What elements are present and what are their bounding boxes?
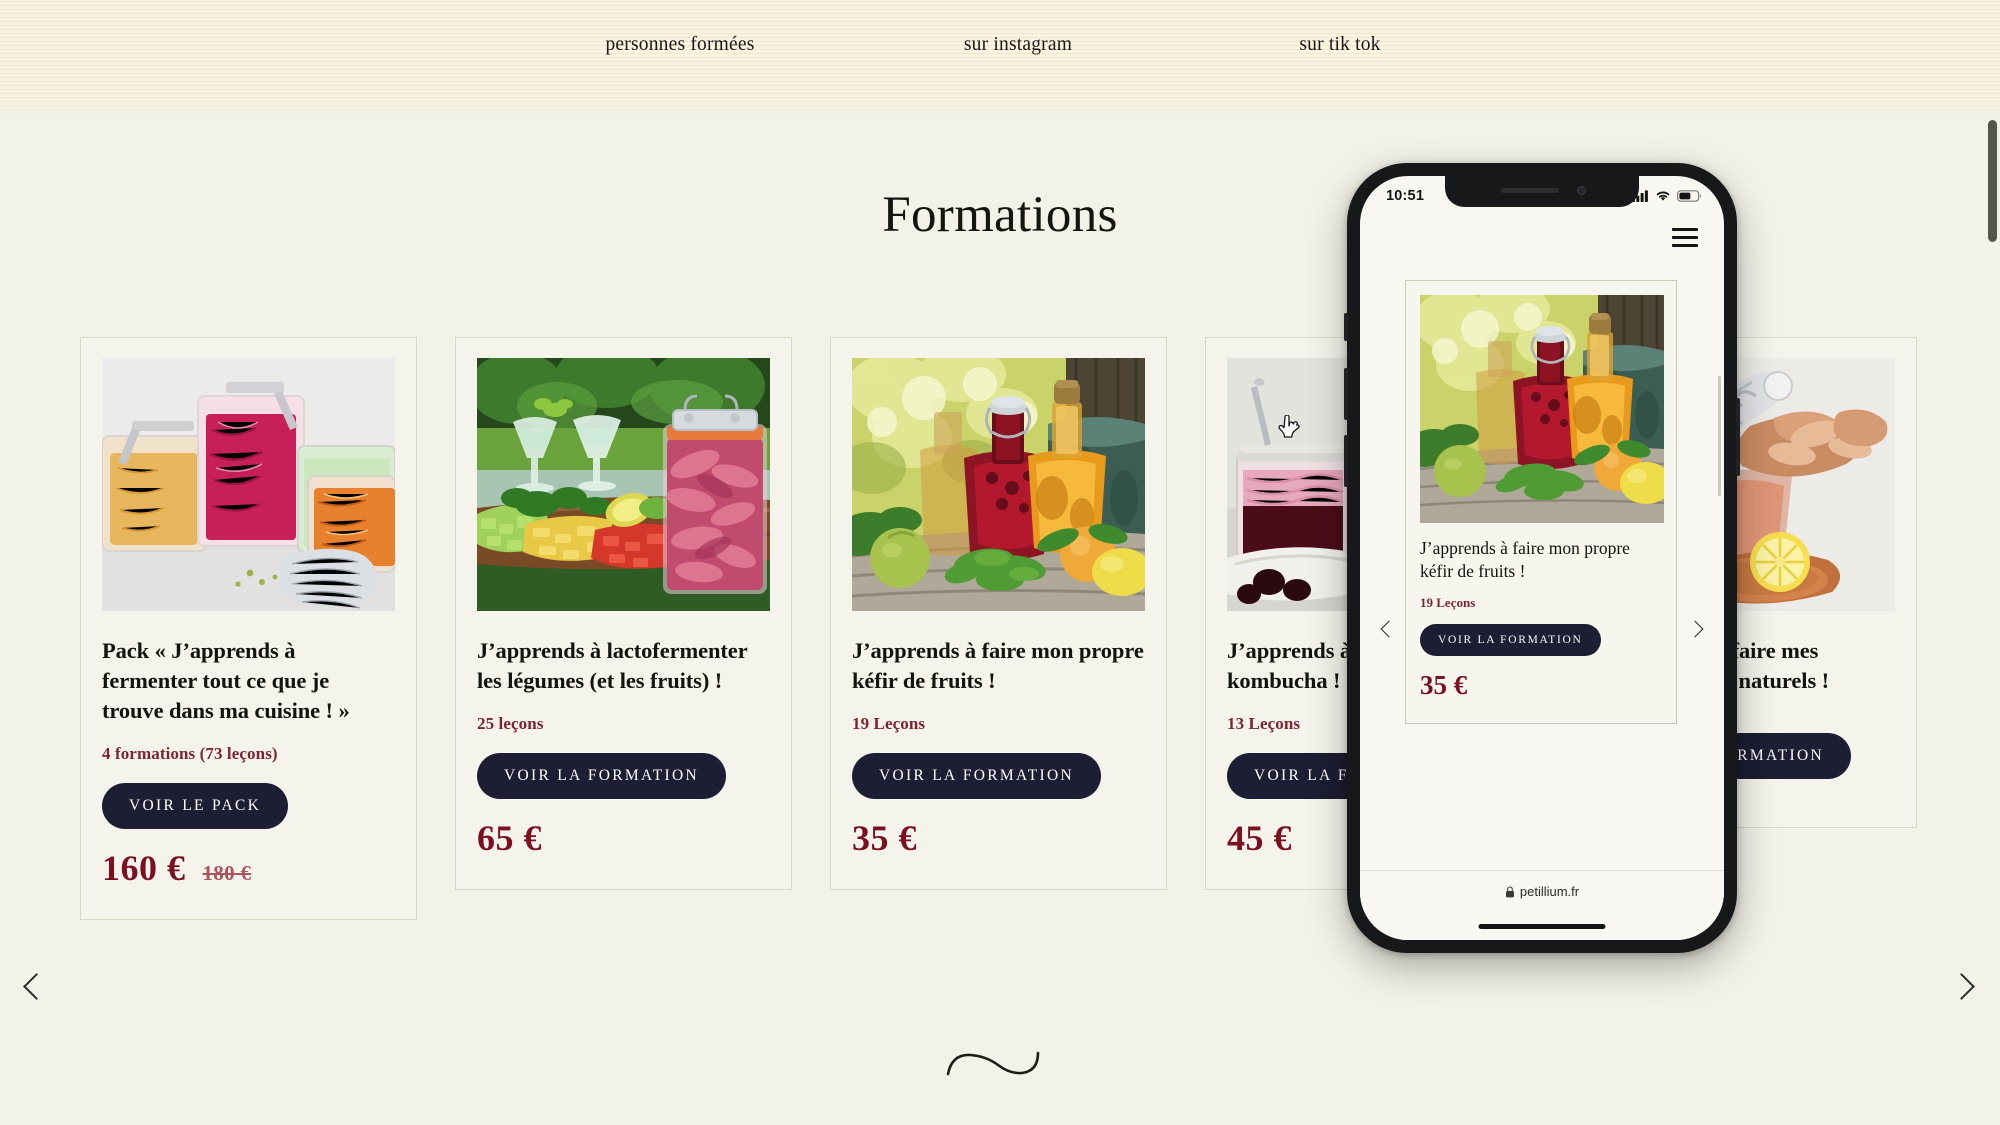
chevron-left-icon	[1380, 620, 1398, 638]
phone-card-price: 35 €	[1420, 670, 1468, 701]
card-price: 65 €	[477, 817, 542, 858]
card-price-old: 180 €	[202, 860, 252, 885]
tilde-swash-ornament	[946, 1051, 1040, 1076]
phone-card-cta-button[interactable]: VOIR LA FORMATION	[1420, 624, 1601, 657]
phone-home-indicator	[1478, 924, 1606, 929]
card-cta-button[interactable]: VOIR LA FORMATION	[852, 752, 1101, 799]
hamburger-menu-icon[interactable]	[1672, 228, 1698, 247]
phone-card-image	[1420, 295, 1664, 523]
chevron-right-icon	[1947, 972, 1975, 1000]
page-root: personnes formées sur instagram sur tik …	[0, 0, 2000, 1125]
card-price: 160 €	[102, 847, 186, 888]
card-image	[477, 358, 770, 611]
stat-item-1: sur instagram	[888, 34, 1148, 56]
carousel-next-button[interactable]	[1935, 960, 1987, 1012]
lock-icon	[1505, 885, 1514, 897]
phone-speaker	[1501, 188, 1559, 193]
phone-front-camera	[1577, 186, 1586, 195]
phone-browser-bar: petillium.fr	[1360, 870, 1724, 940]
wifi-icon	[1656, 191, 1670, 201]
card-lessons: 4 formations (73 leçons)	[102, 743, 278, 763]
stat-label: sur tik tok	[1299, 34, 1381, 55]
phone-card-title: J’apprends à faire mon propre kéfir de f…	[1420, 538, 1630, 582]
stats-banner: personnes formées sur instagram sur tik …	[0, 0, 2000, 118]
formation-card[interactable]: J’apprends à faire mon propre kéfir de f…	[830, 337, 1167, 890]
card-price: 45 €	[1227, 817, 1292, 858]
stat-item-0: personnes formées	[550, 34, 810, 56]
card-price-row: 65 €	[477, 817, 770, 859]
page-scrollbar-thumb[interactable]	[1988, 120, 1997, 242]
phone-scrollbar[interactable]	[1718, 376, 1721, 496]
herb-illustration	[1295, 0, 1385, 10]
stat-label: personnes formées	[605, 34, 755, 55]
phone-mockup: 10:51 J’apprends à faire mon propre kéfi…	[1344, 163, 1740, 953]
card-image	[852, 358, 1145, 611]
card-title: J’apprends à faire mon propre kéfir de f…	[852, 638, 1144, 693]
card-price-row: 160 € 180 €	[102, 847, 395, 889]
card-title: J’apprends à lactofermenter les légumes …	[477, 638, 748, 693]
chevron-right-icon	[1686, 620, 1704, 638]
carousel-prev-button[interactable]	[10, 960, 62, 1012]
phone-formation-card[interactable]: J’apprends à faire mon propre kéfir de f…	[1405, 280, 1677, 725]
card-price-row: 35 €	[852, 817, 1145, 859]
phone-volume-up-button	[1344, 368, 1348, 420]
card-lessons: 19 Leçons	[852, 713, 926, 733]
card-title: Pack « J’apprends à fermenter tout ce qu…	[102, 638, 350, 723]
formation-card[interactable]: Pack « J’apprends à fermenter tout ce qu…	[80, 337, 417, 920]
leaf-illustration	[988, 0, 1048, 6]
phone-screen: 10:51 J’apprends à faire mon propre kéfi…	[1360, 176, 1724, 940]
status-indicators	[1632, 190, 1702, 202]
card-cta-button[interactable]: VOIR LA FORMATION	[477, 752, 726, 799]
battery-icon	[1677, 190, 1702, 202]
chevron-left-icon	[22, 972, 50, 1000]
phone-mute-switch	[1344, 313, 1348, 341]
card-lessons: 25 leçons	[477, 713, 544, 733]
card-price: 35 €	[852, 817, 917, 858]
phone-url-bar[interactable]: petillium.fr	[1505, 884, 1579, 899]
stat-label: sur instagram	[963, 34, 1073, 55]
phone-card-lessons: 19 Leçons	[1420, 595, 1476, 611]
phone-power-button	[1736, 398, 1740, 476]
formation-card[interactable]: J’apprends à lactofermenter les légumes …	[455, 337, 792, 890]
banner-gradient-fade	[0, 92, 2000, 118]
card-image	[102, 358, 395, 611]
status-time: 10:51	[1386, 188, 1425, 204]
phone-volume-down-button	[1344, 435, 1348, 487]
phone-carousel-next-button[interactable]	[1680, 614, 1710, 644]
stat-item-2: sur tik tok	[1210, 34, 1470, 56]
phone-carousel-prev-button[interactable]	[1374, 614, 1404, 644]
phone-notch	[1445, 176, 1639, 207]
phone-url-text: petillium.fr	[1519, 884, 1580, 899]
card-cta-button[interactable]: VOIR LE PACK	[102, 782, 289, 829]
page-scrollbar-track[interactable]	[1985, 0, 2000, 1125]
